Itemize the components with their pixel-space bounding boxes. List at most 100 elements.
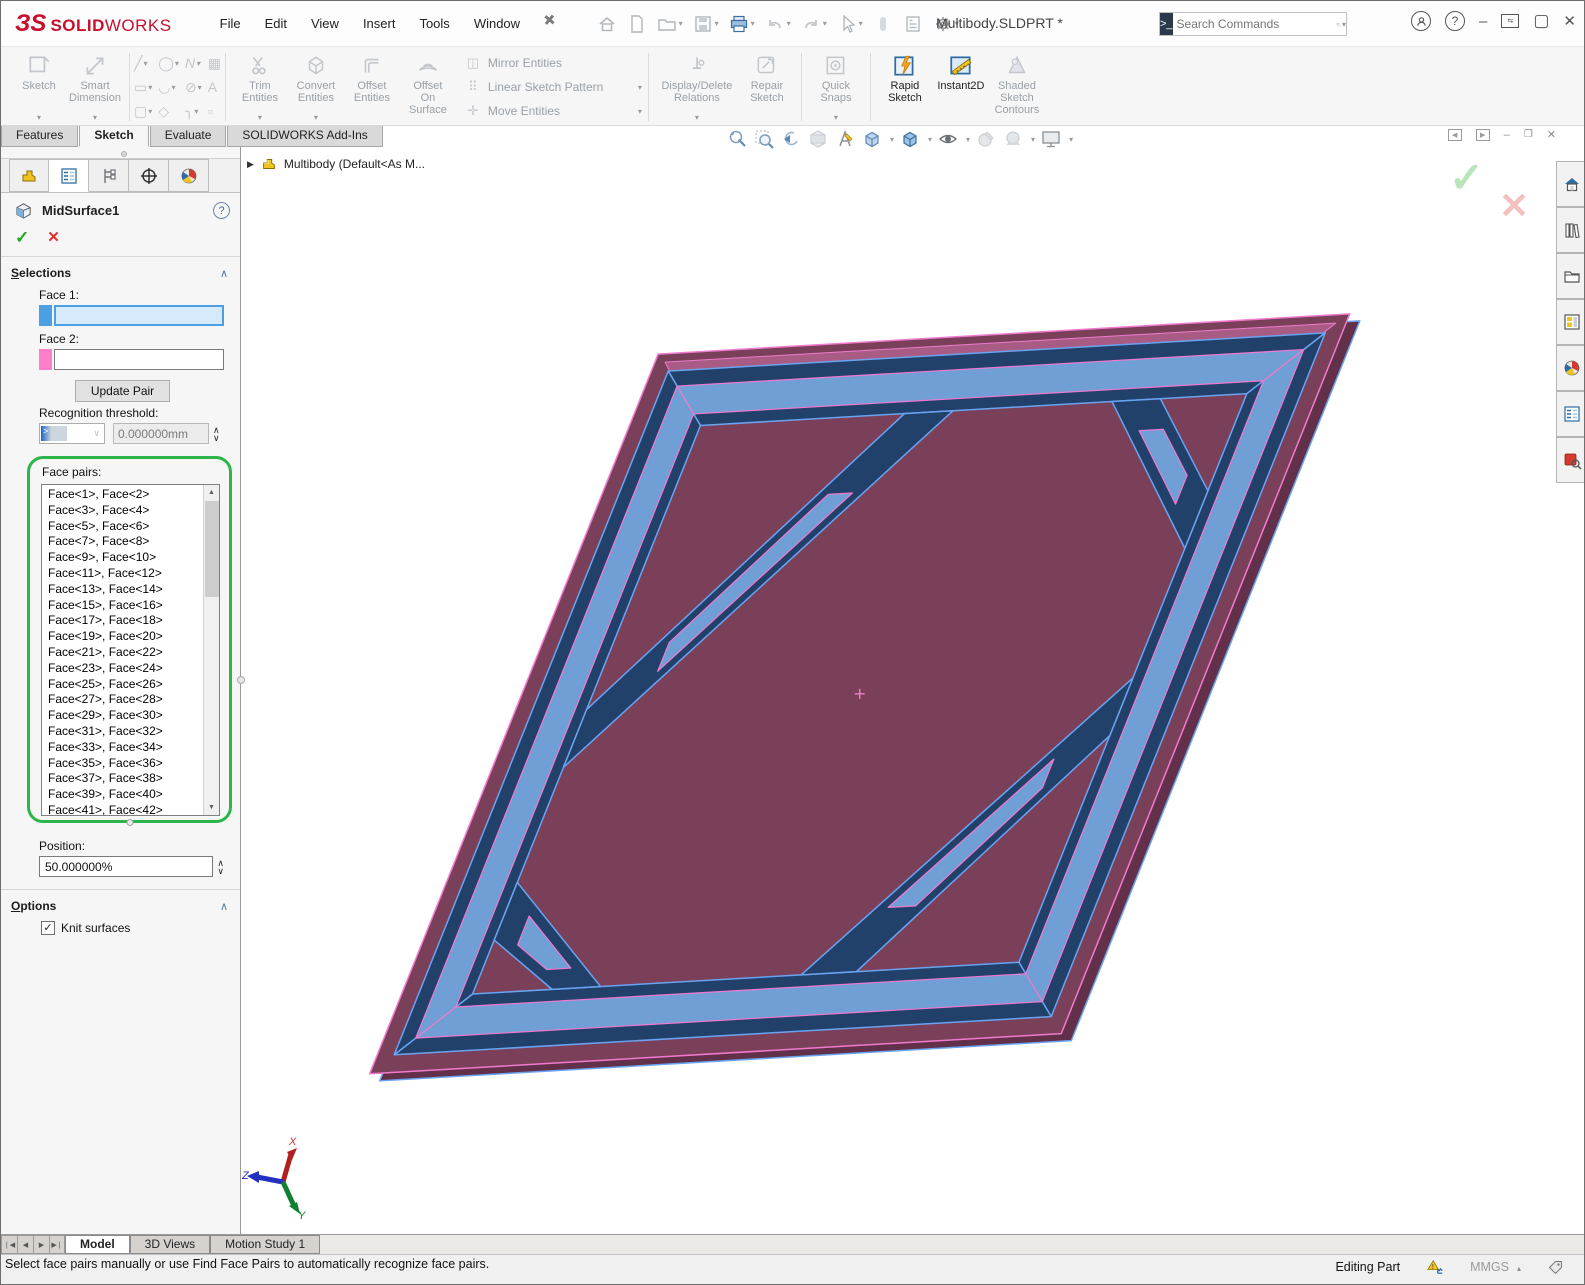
mirror-entities-button[interactable]: ◫ Mirror Entities [464,55,642,71]
annotations-icon[interactable] [834,128,856,150]
instant2d-button[interactable]: Instant2D [933,49,989,125]
selections-collapse-icon[interactable] [220,267,228,280]
menu-edit[interactable]: Edit [255,10,297,37]
update-pair-button[interactable]: Update Pair [75,380,170,402]
close-button[interactable] [1563,12,1576,30]
position-spinner[interactable] [217,859,224,875]
panel-splitter[interactable] [1,147,240,159]
trim-entities-button[interactable]: Trim Entities [232,49,288,125]
save-button[interactable] [689,11,723,37]
confirmation-cancel-icon[interactable] [1499,185,1529,227]
spline-tool-icon[interactable]: N [185,55,202,71]
view-orientation-flyout[interactable] [890,135,894,144]
design-library-tab[interactable] [1556,207,1585,253]
flyout-feature-tree[interactable]: Multibody (Default<As M... [247,155,425,173]
view-orientation-icon[interactable] [861,128,883,150]
scrollbar-down-icon[interactable] [204,800,219,815]
sketch-flyout[interactable] [37,113,41,122]
hide-show-flyout[interactable] [966,135,970,144]
face-pair-item[interactable]: Face<15>, Face<16> [48,598,219,614]
move-entities-flyout[interactable] [638,107,642,116]
menu-window[interactable]: Window [464,10,530,37]
panel-viewport-splitter-handle[interactable] [237,676,245,684]
face-pair-item[interactable]: Face<29>, Face<30> [48,708,219,724]
view-settings-flyout[interactable] [1069,135,1073,144]
face-pair-item[interactable]: Face<37>, Face<38> [48,771,219,787]
next-tab-icon[interactable] [33,1235,49,1254]
select-cursor-button[interactable] [833,11,867,37]
point-tool-icon[interactable]: ▫ [208,103,221,119]
configuration-manager-tab[interactable] [89,159,129,192]
home-button[interactable] [593,11,621,37]
rectangle-tool-icon[interactable]: ▭ [134,79,152,96]
offset-on-surface-button[interactable]: Offset On Surface [400,49,456,125]
solidworks-resources-tab[interactable] [1556,437,1585,483]
move-entities-button[interactable]: ✛ Move Entities [464,103,642,119]
rapid-sketch-button[interactable]: Rapid Sketch [877,49,933,125]
motion-study-tab[interactable]: Motion Study 1 [210,1235,320,1254]
face1-selection-input[interactable] [54,305,224,326]
quick-snaps-button[interactable]: Quick Snaps [808,49,864,125]
feature-manager-tab[interactable] [9,159,49,192]
appearances-tab[interactable] [1556,345,1585,391]
performance-warning-icon[interactable]: ! [1426,1258,1444,1276]
repair-sketch-button[interactable]: Repair Sketch [739,49,795,125]
tree-expand-icon[interactable] [247,159,254,170]
smart-dimension-button[interactable]: Smart Dimension [67,49,123,125]
previous-tab-icon[interactable] [17,1235,33,1254]
smart-dimension-flyout[interactable] [93,113,97,122]
face-pair-item[interactable]: Face<11>, Face<12> [48,566,219,582]
face-pair-item[interactable]: Face<1>, Face<2> [48,487,219,503]
select-dropdown[interactable] [859,19,863,28]
face-pair-item[interactable]: Face<31>, Face<32> [48,724,219,740]
face-pair-item[interactable]: Face<7>, Face<8> [48,534,219,550]
shaded-sketch-contours-button[interactable]: Shaded Sketch Contours [989,49,1045,125]
face-pair-item[interactable]: Face<33>, Face<34> [48,740,219,756]
redo-button[interactable] [797,11,831,37]
line-tool-icon[interactable]: ╱ [134,55,152,72]
menu-view[interactable]: View [301,10,349,37]
trim-flyout[interactable] [258,113,262,122]
pm-ok-button[interactable] [15,228,29,248]
text-tool-icon[interactable]: A [208,79,221,95]
fillet-tool-icon[interactable]: ╮ [185,103,202,120]
section-view-icon[interactable] [807,128,829,150]
apply-scene-icon[interactable] [1002,128,1024,150]
options-collapse-icon[interactable] [220,900,228,913]
custom-properties-tab[interactable] [1556,391,1585,437]
face-pair-item[interactable]: Face<19>, Face<20> [48,629,219,645]
slot-tool-icon[interactable]: ▢ [134,103,152,120]
face-pair-item[interactable]: Face<3>, Face<4> [48,503,219,519]
linear-sketch-pattern-button[interactable]: ⠿ Linear Sketch Pattern [464,79,642,95]
property-manager-tab[interactable] [49,159,89,192]
menu-insert[interactable]: Insert [353,10,406,37]
display-delete-relations-button[interactable]: Display/Delete Relations [655,49,739,125]
list-resize-handle[interactable] [126,819,133,826]
face-pair-item[interactable]: Face<5>, Face<6> [48,519,219,535]
dimxpert-manager-tab[interactable] [129,159,169,192]
print-dropdown[interactable] [751,19,755,28]
linear-pattern-flyout[interactable] [638,83,642,92]
open-dropdown[interactable] [679,19,683,28]
undo-button[interactable] [761,11,795,37]
pm-cancel-button[interactable] [47,228,60,248]
view-settings-icon[interactable] [1040,128,1062,150]
display-style-icon[interactable] [899,128,921,150]
menu-tools[interactable]: Tools [409,10,459,37]
sketch-button[interactable]: Sketch [11,49,67,125]
offset-entities-button[interactable]: Offset Entities [344,49,400,125]
threshold-combo[interactable]: >∨ [39,423,105,444]
face-pairs-scrollbar[interactable] [203,485,219,815]
open-button[interactable] [653,11,687,37]
scrollbar-up-icon[interactable] [204,485,219,500]
display-delete-flyout[interactable] [695,113,699,122]
face-pair-item[interactable]: Face<35>, Face<36> [48,756,219,772]
first-tab-icon[interactable] [1,1235,17,1254]
redo-dropdown[interactable] [823,19,827,28]
model-tab[interactable]: Model [65,1235,130,1254]
face2-selection-input[interactable] [54,349,224,370]
confirmation-accept-icon[interactable] [1449,153,1484,202]
face-pair-item[interactable]: Face<9>, Face<10> [48,550,219,566]
convert-entities-button[interactable]: Convert Entities [288,49,344,125]
tab-solidworks-addins[interactable]: SOLIDWORKS Add-Ins [227,126,382,147]
